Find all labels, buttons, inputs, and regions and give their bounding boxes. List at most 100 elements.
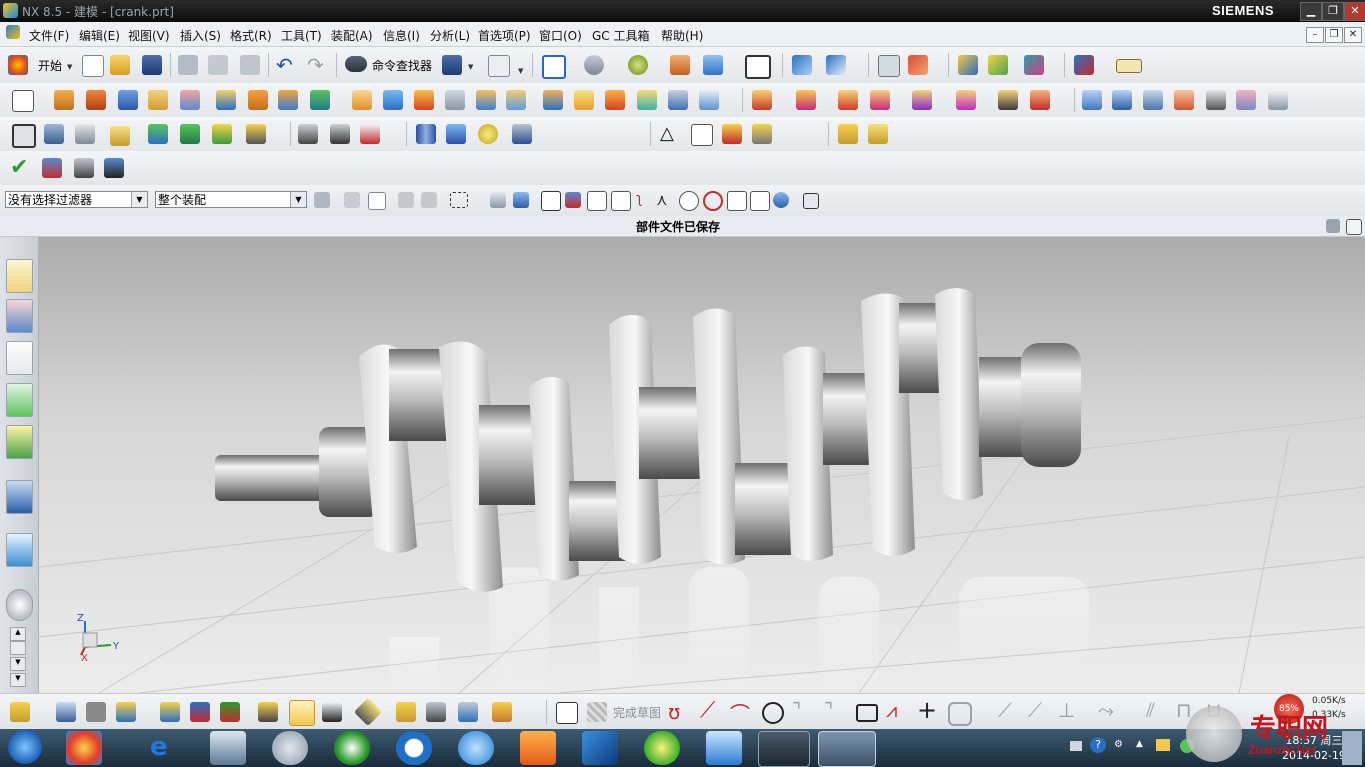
new-icon[interactable] [82,55,104,77]
cylinder-icon[interactable] [416,124,436,144]
scroll-up-button[interactable]: ▲ [10,627,26,641]
snap-existing-point-icon[interactable] [727,191,747,211]
graphics-window[interactable]: Z Y X [39,237,1365,693]
unite-icon[interactable] [248,90,268,110]
bounded-plane-icon[interactable] [1268,90,1288,110]
point-icon[interactable]: + [917,696,937,724]
menu-tools[interactable]: 工具(T) [281,27,322,44]
close-button[interactable]: ✕ [1344,2,1365,21]
check-mark-icon[interactable]: ✔ [10,155,28,180]
profile-icon[interactable]: ʊ [668,700,680,724]
command-finder-button[interactable]: 命令查找器 [372,57,432,74]
sequence-icon[interactable] [322,702,342,722]
add-component-icon[interactable] [838,124,858,144]
menu-view[interactable]: 视图(V) [128,27,170,44]
reference-set-icon[interactable] [56,702,76,722]
pattern-icon[interactable] [216,90,236,110]
block-icon[interactable] [118,90,138,110]
restore-button[interactable]: ❐ [1322,2,1344,21]
start-menu-button[interactable] [8,730,42,764]
snap-grid-icon[interactable] [803,193,819,209]
doc-close-button[interactable]: ✕ [1344,27,1362,43]
delete-face-icon[interactable] [838,90,858,110]
edit-object-icon[interactable] [298,124,318,144]
boss-icon[interactable] [180,90,200,110]
move-component-icon[interactable] [160,702,180,722]
folder-tray-icon[interactable] [1156,739,1170,751]
annotation-icon[interactable] [246,124,266,144]
fit-view-icon[interactable] [542,55,566,79]
gear-icon[interactable] [512,124,532,144]
selection-icon[interactable] [1024,55,1044,75]
menu-assemblies[interactable]: 装配(A) [331,27,373,44]
chamfer-sketch-icon[interactable]: ⌝ [824,698,833,722]
layout-icon[interactable] [492,702,512,722]
status-expand-icon[interactable] [1346,219,1362,235]
render-style-icon[interactable] [628,55,648,75]
game-app-icon[interactable] [520,731,556,765]
sew-icon[interactable] [605,90,625,110]
nx-taskbar-button[interactable] [818,731,876,767]
dimension-icon[interactable]: ⫽ [1146,698,1155,722]
finish-sketch-icon[interactable] [587,702,607,722]
redo-icon[interactable]: ↷ [307,53,324,77]
bird-app-icon[interactable] [582,731,618,765]
clip-icon[interactable] [396,702,416,722]
history-tab[interactable] [6,533,33,567]
note-icon[interactable] [110,126,130,146]
minimize-button[interactable]: ▁ [1300,2,1322,21]
layer-icon[interactable] [670,55,690,75]
intersect-icon[interactable] [310,90,330,110]
replace-face-icon[interactable] [870,90,890,110]
open-icon[interactable] [110,55,130,75]
keyboard-icon[interactable] [1070,741,1082,751]
ruler-icon[interactable] [1116,59,1142,73]
wcs-icon[interactable] [908,55,928,75]
analysis-icon[interactable] [988,55,1008,75]
arc-icon[interactable]: ⌒ [730,698,750,727]
quick-extend-icon[interactable]: ⟋ [1028,698,1042,722]
menu-preferences[interactable]: 首选项(P) [478,27,531,44]
feature-selection-icon[interactable] [344,192,360,208]
snap-quadrant-icon[interactable] [703,191,723,211]
thicken-icon[interactable] [574,90,594,110]
browser-icon[interactable] [272,731,308,765]
snap-control-point-icon[interactable] [611,191,631,211]
start-button[interactable]: 开始 [38,57,62,74]
clearance-icon[interactable] [353,697,383,727]
extrude-icon[interactable] [54,90,74,110]
datum-icon[interactable] [1074,55,1094,75]
reuse-library-tab[interactable] [6,383,33,417]
photo-app-icon[interactable] [66,731,102,765]
selection-scope-select[interactable]: 整个装配 ▼ [155,191,307,208]
chamfer-icon[interactable] [383,90,403,110]
settings-icon[interactable]: ⚙ [1114,739,1123,750]
expression-icon[interactable] [180,124,200,144]
menu-format[interactable]: 格式(R) [230,27,272,44]
trim-body-icon[interactable] [506,90,526,110]
snap-view-icon[interactable] [792,55,812,75]
bearing-icon[interactable] [478,124,498,144]
table-icon[interactable] [691,124,713,146]
scroll-track[interactable] [10,641,26,655]
general-filter-icon[interactable] [314,192,330,208]
route-icon[interactable] [426,702,446,722]
assembly-nav-icon[interactable] [878,55,900,77]
menu-information[interactable]: 信息(I) [383,27,420,44]
view-frame-icon[interactable] [12,124,36,148]
linked-face-icon[interactable] [998,90,1018,110]
save-dropdown-icon[interactable] [442,55,462,75]
constraints-icon[interactable]: ⤳ [1098,698,1114,722]
assembly-icon[interactable] [10,702,30,722]
show-desktop-button[interactable] [1342,731,1362,765]
move-layer-icon[interactable] [75,124,95,144]
check-mate-icon[interactable] [74,158,94,178]
view-section-icon[interactable] [703,55,723,75]
snap-midpoint-icon[interactable] [587,191,607,211]
spring-icon[interactable] [446,124,466,144]
menu-analysis[interactable]: 分析(L) [430,27,470,44]
snap-on-surface-icon[interactable] [773,192,789,208]
media-player-icon[interactable] [334,731,370,765]
sketch-icon[interactable] [12,90,34,112]
quick-trim-icon[interactable]: ⟋ [998,698,1012,722]
